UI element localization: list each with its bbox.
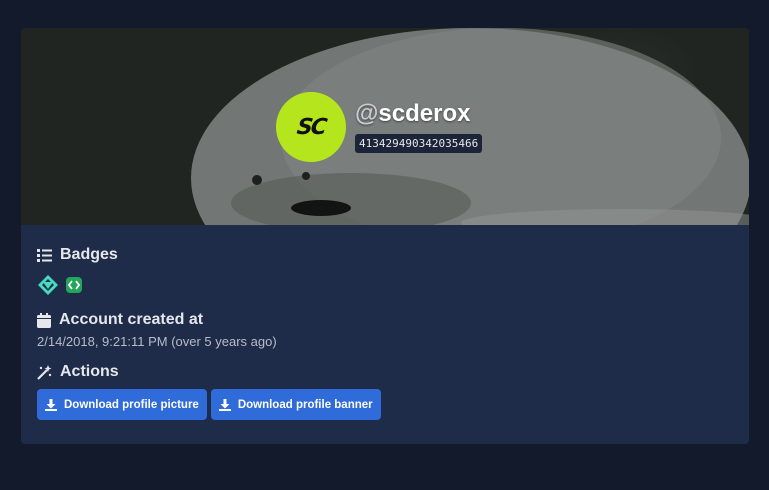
badge-list bbox=[37, 274, 89, 300]
handle-prefix: @ bbox=[355, 100, 379, 127]
download-profile-banner-button[interactable]: Download profile banner bbox=[210, 389, 381, 420]
download-icon bbox=[45, 398, 57, 411]
actions-bar: Download profile picture Download profil… bbox=[37, 389, 385, 420]
download-profile-picture-label: Download profile picture bbox=[64, 398, 199, 411]
actions-title: Actions bbox=[60, 363, 119, 380]
calendar-icon bbox=[37, 312, 51, 328]
list-icon bbox=[37, 248, 52, 262]
download-icon bbox=[218, 398, 231, 411]
hypesquad-balance-icon[interactable] bbox=[37, 274, 59, 300]
download-profile-banner-label: Download profile banner bbox=[237, 398, 373, 411]
user-id-badge: 413429490342035466 bbox=[355, 134, 483, 153]
username: scderox bbox=[378, 100, 471, 127]
badges-heading: Badges bbox=[37, 246, 118, 264]
avatar[interactable]: SC bbox=[276, 92, 346, 162]
avatar-logo-text: SC bbox=[295, 114, 327, 140]
account-created-date: 2/14/2018, 9:21:11 PM (over 5 years ago) bbox=[37, 334, 277, 349]
download-profile-picture-button[interactable]: Download profile picture bbox=[37, 389, 207, 420]
account-created-title: Account created at bbox=[59, 311, 204, 328]
magic-wand-icon bbox=[37, 364, 52, 380]
active-developer-icon[interactable] bbox=[65, 276, 83, 298]
account-created-heading: Account created at bbox=[37, 311, 203, 329]
profile-banner: SC @scderox 413429490342035466 bbox=[21, 28, 749, 225]
badges-title: Badges bbox=[60, 246, 118, 263]
actions-heading: Actions bbox=[37, 363, 119, 381]
profile-card: SC @scderox 413429490342035466 Badges Ac… bbox=[21, 28, 749, 444]
username-heading: @scderox bbox=[355, 100, 470, 128]
